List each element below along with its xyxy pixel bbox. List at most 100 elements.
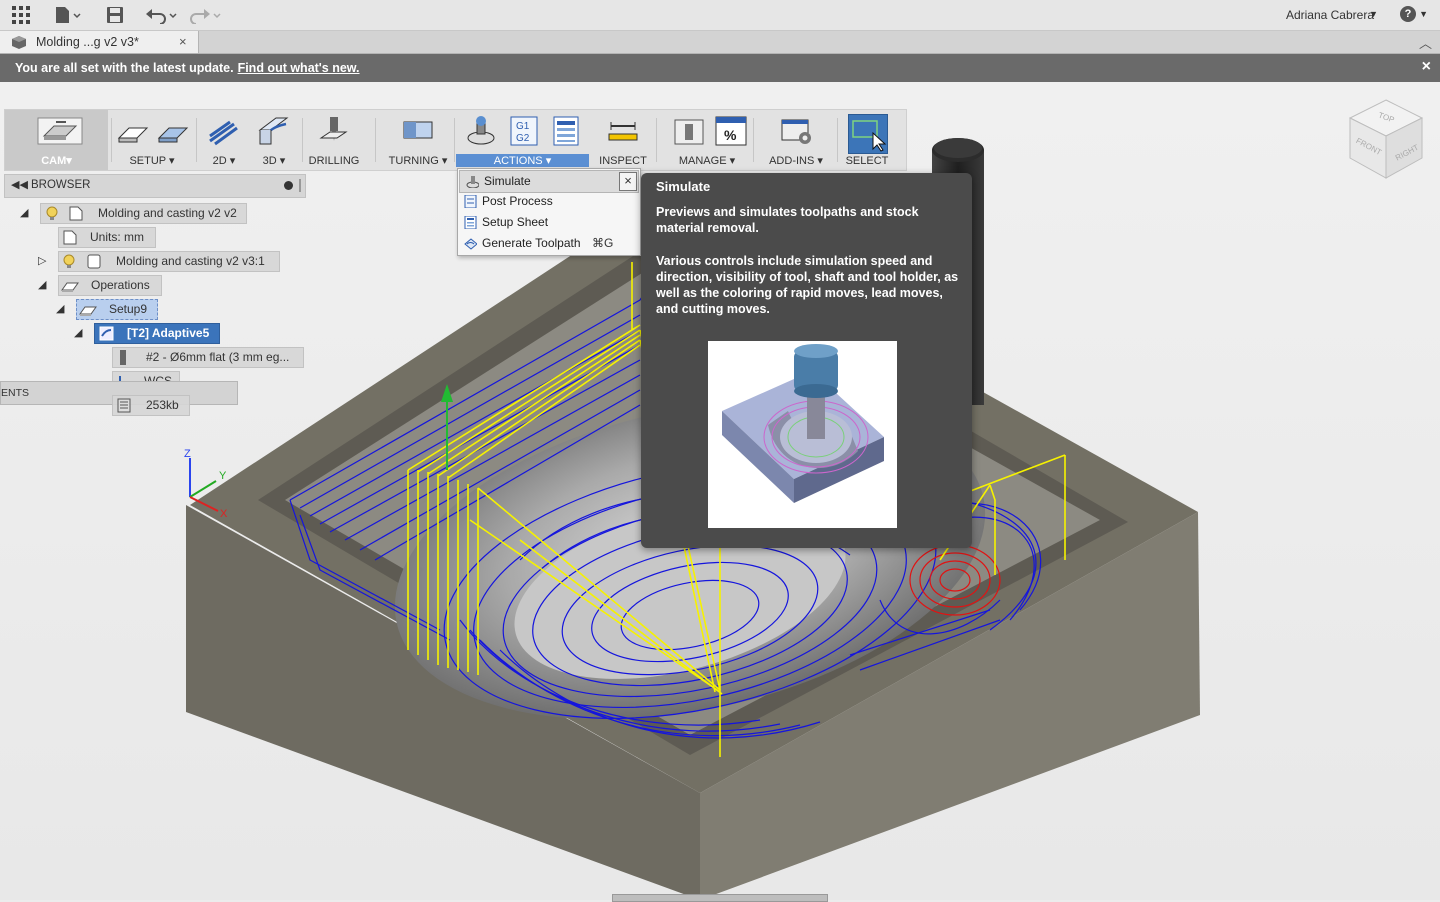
- post-library-icon: %: [715, 116, 747, 146]
- addins-label[interactable]: ADD-INS ▾: [761, 154, 831, 167]
- chevron-down-icon[interactable]: ▼: [1419, 9, 1428, 19]
- application-bar: Adriana Cabrera ▼ ? ▼: [0, 0, 1440, 31]
- select-icon: [848, 114, 888, 154]
- turning-label[interactable]: TURNING ▾: [385, 154, 451, 167]
- actions-label[interactable]: ACTIONS ▾: [456, 154, 589, 167]
- expand-triangle-icon[interactable]: ◢: [56, 302, 64, 315]
- save-icon[interactable]: [107, 6, 123, 24]
- setup-sheet-icon: [464, 216, 477, 229]
- component-icon: [87, 254, 101, 269]
- select-button[interactable]: SELECT: [845, 110, 889, 170]
- tool-library-icon: [674, 119, 704, 145]
- turning-menu[interactable]: TURNING ▾: [385, 110, 451, 170]
- document-tab[interactable]: Molding ...g v2 v3* ×: [0, 31, 199, 53]
- browser-title: BROWSER: [31, 179, 91, 191]
- simulate-tooltip: Simulate Previews and simulates toolpath…: [641, 173, 972, 548]
- tooltip-title: Simulate: [656, 179, 711, 194]
- setup-menu[interactable]: SETUP ▾: [113, 110, 191, 170]
- browser-node-operations[interactable]: Operations: [58, 275, 162, 296]
- setup-icon: [79, 306, 97, 316]
- 3d-label[interactable]: 3D ▾: [251, 154, 297, 167]
- browser-node-tool[interactable]: #2 - Ø6mm flat (3 mm eg...: [112, 347, 304, 368]
- 2d-menu[interactable]: 2D ▾: [201, 110, 247, 170]
- navigation-bar[interactable]: [612, 894, 828, 902]
- measure-icon: [608, 122, 638, 141]
- visibility-bulb-icon[interactable]: [46, 206, 58, 221]
- file-menu-icon[interactable]: [55, 6, 81, 24]
- update-notification-bar: You are all set with the latest update. F…: [0, 54, 1440, 82]
- document-tab-title: Molding ...g v2 v3*: [36, 35, 139, 49]
- workspace-label[interactable]: CAM▾: [5, 154, 108, 167]
- setup-sheet-icon: [553, 116, 579, 146]
- simulate-icon: [467, 116, 495, 145]
- expand-triangle-icon[interactable]: ◢: [38, 278, 46, 291]
- units-icon: [63, 230, 77, 245]
- 2d-icon: [209, 120, 238, 146]
- scripts-addins-icon: [781, 119, 811, 144]
- data-panel-grid-icon[interactable]: [12, 6, 30, 24]
- post-process-icon: [464, 195, 477, 208]
- 2d-label[interactable]: 2D ▾: [201, 154, 247, 167]
- collapsed-triangle-icon[interactable]: ▷: [38, 254, 46, 267]
- 3d-menu[interactable]: 3D ▾: [251, 110, 297, 170]
- close-tab-icon[interactable]: ×: [179, 34, 187, 49]
- inspect-menu[interactable]: INSPECT: [595, 110, 651, 170]
- browser-node-component[interactable]: Molding and casting v2 v3:1: [58, 251, 280, 272]
- help-icon[interactable]: ?: [1400, 6, 1416, 22]
- setup-label[interactable]: SETUP ▾: [113, 154, 191, 167]
- new-setup-icon: [117, 127, 149, 143]
- expand-triangle-icon[interactable]: ◢: [20, 206, 28, 219]
- close-icon[interactable]: ×: [619, 172, 637, 191]
- user-account-menu[interactable]: Adriana Cabrera: [1286, 8, 1374, 22]
- tooltip-description: Previews and simulates toolpaths and sto…: [656, 205, 919, 235]
- inspect-label[interactable]: INSPECT: [595, 155, 651, 167]
- menu-item-simulate[interactable]: Simulate ×: [459, 170, 639, 193]
- workspace-switcher[interactable]: CAM▾: [5, 110, 108, 170]
- collapse-browser-icon[interactable]: ◀◀: [11, 178, 28, 191]
- browser-resize-handle[interactable]: [299, 179, 301, 192]
- stock-setup-icon: [157, 127, 189, 143]
- browser-node-setup[interactable]: Setup9: [76, 299, 158, 320]
- browser-node-adaptive-operation[interactable]: [T2] Adaptive5: [94, 323, 220, 344]
- menu-item-generate-toolpath[interactable]: Generate Toolpath ⌘G: [458, 233, 640, 254]
- select-label[interactable]: SELECT: [845, 155, 889, 167]
- operations-folder-icon: [61, 282, 79, 292]
- adaptive-clearing-icon: [99, 326, 114, 341]
- svg-text:%: %: [724, 127, 737, 143]
- simulate-icon: [466, 176, 479, 188]
- whats-new-link[interactable]: Find out what's new.: [238, 61, 360, 75]
- document-icon: [69, 206, 83, 221]
- browser-node-units[interactable]: Units: mm: [58, 227, 156, 248]
- axis-y-label: Y: [219, 470, 227, 482]
- browser-panel-header[interactable]: ◀◀ BROWSER: [4, 174, 306, 198]
- document-tab-icon: [12, 36, 26, 49]
- browser-toggle-icon[interactable]: [284, 181, 293, 190]
- document-tab-bar: Molding ...g v2 v3* × ︿: [0, 31, 1440, 54]
- browser-node-root[interactable]: Molding and casting v2 v2: [40, 203, 247, 224]
- visibility-bulb-icon[interactable]: [63, 254, 75, 269]
- close-notification-icon[interactable]: ×: [1422, 58, 1431, 76]
- tooltip-preview-image: [708, 341, 897, 528]
- generate-toolpath-shortcut: ⌘G: [592, 236, 614, 250]
- undo-icon[interactable]: [146, 6, 178, 24]
- view-cube[interactable]: TOP FRONT RIGHT: [1346, 98, 1426, 184]
- drill-icon: [319, 117, 348, 141]
- redo-icon[interactable]: [190, 6, 222, 24]
- addins-menu[interactable]: ADD-INS ▾: [761, 110, 831, 170]
- post-process-icon: G1 G2: [510, 116, 538, 146]
- drilling-button[interactable]: DRILLING: [305, 110, 363, 170]
- chevron-up-icon[interactable]: ︿: [1419, 33, 1432, 52]
- manage-label[interactable]: MANAGE ▾: [665, 154, 749, 167]
- turning-icon: [403, 121, 433, 139]
- drilling-label[interactable]: DRILLING: [305, 155, 363, 167]
- nc-program-icon: [117, 398, 131, 413]
- expand-triangle-icon[interactable]: ◢: [74, 326, 82, 339]
- actions-menu[interactable]: G1 G2 ACTIONS ▾: [456, 110, 589, 170]
- manage-menu[interactable]: % MANAGE ▾: [665, 110, 749, 170]
- menu-item-setup-sheet[interactable]: Setup Sheet: [458, 212, 640, 233]
- svg-text:G2: G2: [516, 133, 530, 144]
- chevron-down-icon[interactable]: ▼: [1369, 9, 1378, 19]
- axis-z-label: Z: [184, 448, 191, 460]
- browser-node-nc-size[interactable]: 253kb: [112, 395, 190, 416]
- menu-item-post-process[interactable]: Post Process: [458, 191, 640, 212]
